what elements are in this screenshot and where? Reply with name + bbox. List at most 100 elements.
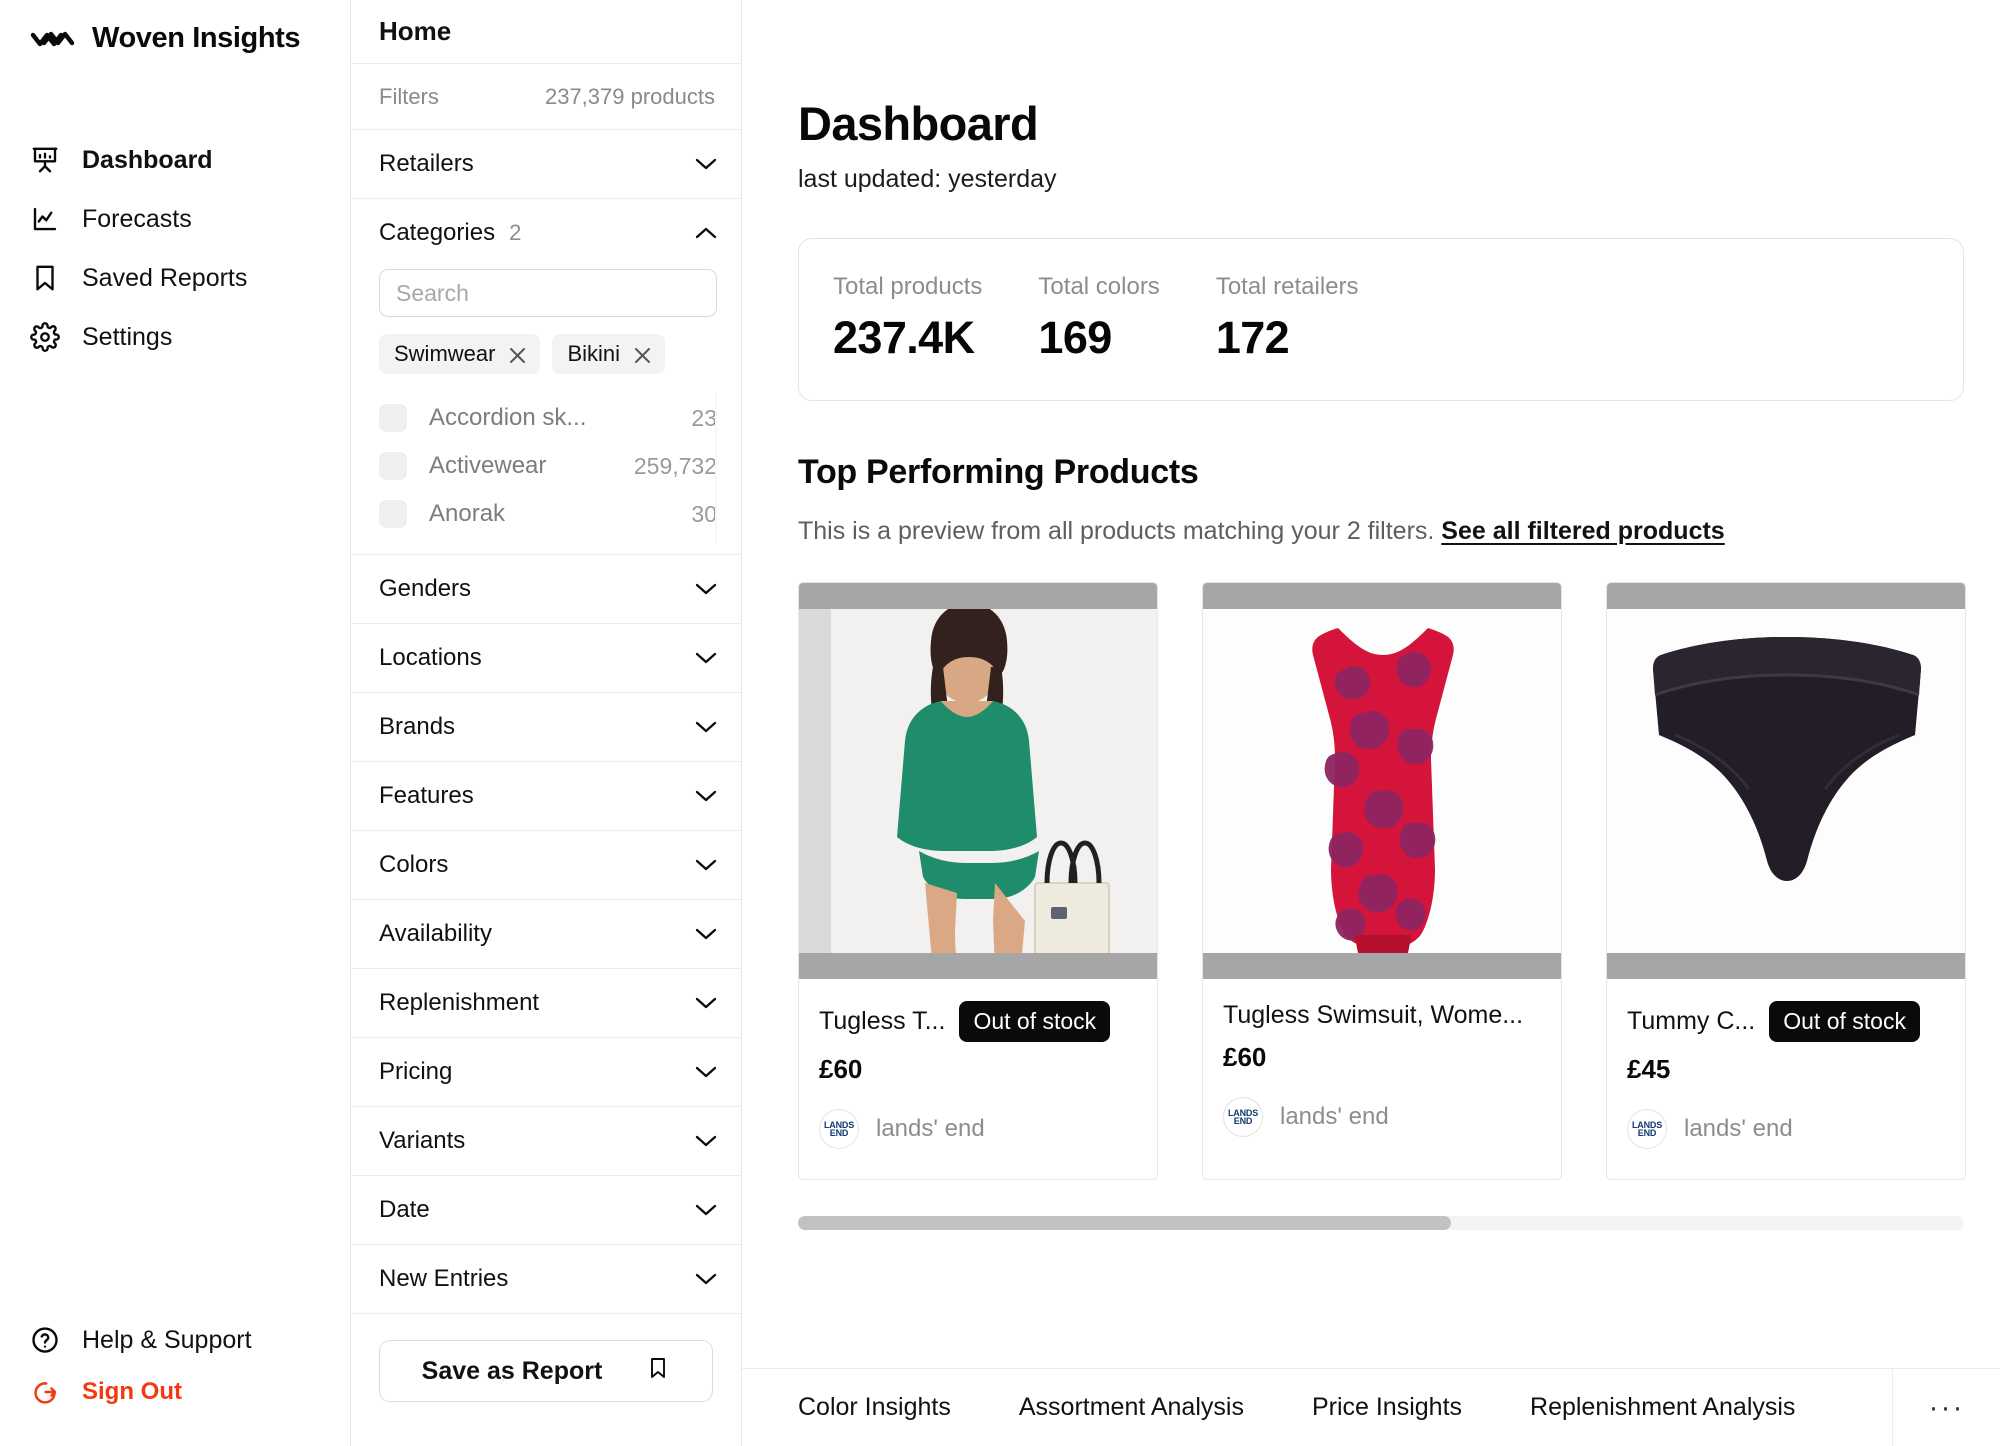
chevron-down-icon bbox=[695, 713, 717, 741]
product-card[interactable]: Tummy C... Out of stock £45 LANDS END la… bbox=[1606, 582, 1966, 1180]
category-option[interactable]: Accordion sk... 23 bbox=[379, 394, 717, 442]
product-image bbox=[1607, 583, 1965, 979]
chevron-down-icon bbox=[695, 1196, 717, 1224]
filter-section-header-brands[interactable]: Brands bbox=[379, 693, 717, 761]
retailer-logo-line2: END bbox=[1233, 1116, 1253, 1126]
filter-section-label: Replenishment bbox=[379, 989, 540, 1016]
filter-section-label: Brands bbox=[379, 713, 456, 740]
sidebar-item-help-support[interactable]: Help & Support bbox=[0, 1314, 350, 1366]
product-name-row: Tummy C... Out of stock bbox=[1627, 1001, 1945, 1042]
chevron-up-icon bbox=[695, 219, 717, 247]
section-title-top-performing: Top Performing Products bbox=[798, 453, 1199, 491]
category-search-input[interactable] bbox=[379, 269, 717, 317]
product-name-row: Tugless Swimsuit, Wome... bbox=[1223, 1001, 1541, 1030]
product-name-row: Tugless T... Out of stock bbox=[819, 1001, 1137, 1042]
sidebar-item-forecasts[interactable]: Forecasts bbox=[0, 192, 350, 246]
retailer-name: lands' end bbox=[1684, 1115, 1793, 1142]
filter-section-header-date[interactable]: Date bbox=[379, 1176, 717, 1244]
bookmark-icon bbox=[30, 263, 60, 293]
category-list-scrollbar[interactable] bbox=[715, 394, 717, 544]
filter-section-header-locations[interactable]: Locations bbox=[379, 624, 717, 692]
category-option-label: Accordion sk... bbox=[429, 404, 587, 431]
retailer-name: lands' end bbox=[1280, 1103, 1389, 1130]
product-retailer: LANDS END lands' end bbox=[819, 1109, 1137, 1149]
close-icon[interactable] bbox=[508, 345, 527, 364]
filter-section-header-retailers[interactable]: Retailers bbox=[379, 130, 717, 198]
product-card[interactable]: Tugless T... Out of stock £60 LANDS END … bbox=[798, 582, 1158, 1180]
filter-section-label: New Entries bbox=[379, 1265, 509, 1292]
chevron-down-icon bbox=[695, 1127, 717, 1155]
filter-section-header-replenishment[interactable]: Replenishment bbox=[379, 969, 717, 1037]
page-title: Dashboard bbox=[798, 97, 1039, 150]
retailer-logo-line2: END bbox=[1637, 1128, 1657, 1138]
product-photo-swimsuit-red bbox=[1203, 583, 1561, 979]
sidebar-item-settings[interactable]: Settings bbox=[0, 310, 350, 364]
filter-section-categories: Categories 2 Swimwear bbox=[351, 199, 741, 555]
sidebar-item-label: Settings bbox=[82, 322, 173, 351]
filter-section-header-categories[interactable]: Categories 2 bbox=[379, 199, 717, 267]
filter-section-locations: Locations bbox=[351, 624, 741, 693]
image-top-band bbox=[1203, 583, 1561, 609]
filter-section-header-new-entries[interactable]: New Entries bbox=[379, 1245, 717, 1313]
product-list-horizontal-scroll[interactable] bbox=[798, 1216, 2000, 1230]
tabs-overflow-button[interactable]: ··· bbox=[1892, 1369, 2000, 1446]
bookmark-icon bbox=[646, 1354, 670, 1389]
filter-section-label: Genders bbox=[379, 575, 472, 602]
retailer-logo-line2: END bbox=[829, 1128, 849, 1138]
product-name: Tugless T... bbox=[819, 1007, 946, 1035]
filter-section-label: Availability bbox=[379, 920, 492, 947]
sidebar-item-dashboard[interactable]: Dashboard bbox=[0, 133, 350, 187]
filter-section-header-availability[interactable]: Availability bbox=[379, 900, 717, 968]
category-option[interactable]: Athleisure 2,801 bbox=[379, 538, 717, 544]
sidebar-item-sign-out[interactable]: Sign Out bbox=[0, 1366, 350, 1418]
filter-section-header-pricing[interactable]: Pricing bbox=[379, 1038, 717, 1106]
stat-label: Total colors bbox=[1038, 273, 1160, 300]
category-option[interactable]: Activewear 259,732 bbox=[379, 442, 717, 490]
close-icon[interactable] bbox=[633, 345, 652, 364]
stat-value: 169 bbox=[1038, 312, 1112, 363]
filters-header: Filters 237,379 products bbox=[351, 64, 741, 130]
product-card[interactable]: Tugless Swimsuit, Wome... £60 LANDS END … bbox=[1202, 582, 1562, 1180]
filter-section-retailers: Retailers bbox=[351, 130, 741, 199]
tab-color-insights[interactable]: Color Insights bbox=[798, 1393, 951, 1422]
product-name: Tummy C... bbox=[1627, 1007, 1756, 1035]
filter-section-header-genders[interactable]: Genders bbox=[379, 555, 717, 623]
chip-label: Bikini bbox=[567, 341, 621, 366]
status-badge: Out of stock bbox=[959, 1001, 1111, 1042]
product-price: £45 bbox=[1627, 1054, 1671, 1084]
sidebar-item-saved-reports[interactable]: Saved Reports bbox=[0, 251, 350, 305]
checkbox[interactable] bbox=[379, 404, 407, 432]
product-price: £60 bbox=[1223, 1042, 1267, 1072]
tab-assortment-analysis[interactable]: Assortment Analysis bbox=[1019, 1393, 1244, 1422]
filter-section-label: Retailers bbox=[379, 150, 474, 177]
stat-label: Total products bbox=[833, 273, 983, 300]
image-bottom-band bbox=[799, 953, 1157, 979]
scrollbar-track[interactable] bbox=[798, 1216, 1964, 1230]
stats-card: Total products 237.4K Total colors 169 T… bbox=[798, 238, 1964, 401]
category-option-label: Activewear bbox=[429, 452, 547, 479]
filter-section-header-colors[interactable]: Colors bbox=[379, 831, 717, 899]
product-retailer: LANDS END lands' end bbox=[1627, 1109, 1945, 1149]
filter-section-header-variants[interactable]: Variants bbox=[379, 1107, 717, 1175]
category-option[interactable]: Anorak 30 bbox=[379, 490, 717, 538]
checkbox[interactable] bbox=[379, 452, 407, 480]
sidebar-item-label: Help & Support bbox=[82, 1325, 252, 1354]
scrollbar-thumb[interactable] bbox=[798, 1216, 1451, 1230]
tab-price-insights[interactable]: Price Insights bbox=[1312, 1393, 1462, 1422]
checkbox[interactable] bbox=[379, 500, 407, 528]
save-as-report-button[interactable]: Save as Report bbox=[379, 1340, 713, 1402]
retailer-logo-icon: LANDS END bbox=[1627, 1109, 1667, 1149]
category-chip-swimwear[interactable]: Swimwear bbox=[379, 334, 541, 374]
presentation-chart-icon bbox=[30, 145, 60, 175]
image-top-band bbox=[1607, 583, 1965, 609]
category-chip-bikini[interactable]: Bikini bbox=[552, 334, 666, 374]
filters-product-count: 237,379 products bbox=[544, 83, 715, 109]
product-card-list: Tugless T... Out of stock £60 LANDS END … bbox=[798, 582, 2000, 1180]
retailer-name: lands' end bbox=[876, 1115, 985, 1142]
see-all-filtered-products-link[interactable]: See all filtered products bbox=[1441, 517, 1724, 545]
last-updated-text: last updated: yesterday bbox=[798, 165, 1057, 193]
breadcrumb[interactable]: Home bbox=[351, 0, 741, 64]
tab-replenishment-analysis[interactable]: Replenishment Analysis bbox=[1530, 1393, 1795, 1422]
filter-section-header-features[interactable]: Features bbox=[379, 762, 717, 830]
product-photo-swimsuit-green bbox=[799, 583, 1157, 979]
